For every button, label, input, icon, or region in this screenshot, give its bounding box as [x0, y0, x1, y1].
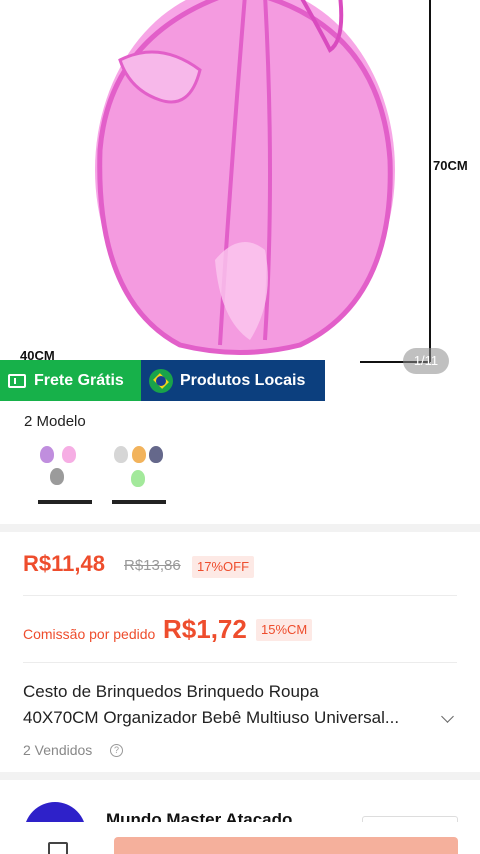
variant-color-swatch [132, 446, 146, 463]
commission-value: R$1,72 [163, 614, 247, 644]
variant-thumbnail-1[interactable] [38, 442, 98, 506]
primary-action-button[interactable] [114, 837, 458, 854]
variant-thumbnail-2[interactable] [112, 442, 172, 506]
variant-color-swatch [50, 468, 64, 485]
current-price: R$11,48 [23, 551, 105, 576]
commission-rate-badge: 15%CM [256, 619, 313, 641]
free-shipping-badge: Frete Grátis [0, 360, 141, 401]
discount-badge: 17%OFF [192, 556, 255, 578]
sold-count: 2 Vendidos [23, 742, 93, 758]
section-divider [0, 772, 480, 780]
section-divider [0, 524, 480, 532]
product-title-line-1: Cesto de Brinquedos Brinquedo Roupa [23, 682, 319, 701]
product-image[interactable]: 70CM 40CM 1/11 [0, 0, 480, 400]
laundry-basket-illustration [95, 0, 431, 363]
badges-row: Frete Grátis Produtos Locais [0, 360, 325, 401]
chevron-down-icon[interactable] [441, 710, 454, 723]
cart-icon[interactable] [48, 842, 68, 854]
model-section-title: 2 Modelo [24, 413, 86, 430]
commission-label: Comissão por pedido [23, 626, 156, 642]
variant-color-swatch [149, 446, 163, 463]
variant-caption-bar [38, 500, 92, 504]
variant-color-swatch [62, 446, 76, 463]
product-title-line-2[interactable]: 40X70CM Organizador Bebê Multiuso Univer… [23, 708, 399, 728]
free-shipping-label: Frete Grátis [34, 371, 124, 389]
height-dimension-label: 70CM [433, 158, 468, 173]
original-price: R$13,86 [124, 557, 181, 574]
local-products-badge: Produtos Locais [141, 360, 325, 401]
divider [23, 595, 457, 596]
variant-color-swatch [40, 446, 54, 463]
variant-caption-bar [112, 500, 166, 504]
brazil-flag-icon [149, 368, 173, 393]
local-products-label: Produtos Locais [180, 371, 306, 389]
info-icon[interactable]: ? [110, 744, 123, 757]
divider [23, 662, 457, 663]
ticket-icon [8, 373, 26, 388]
variant-color-swatch [131, 470, 145, 487]
image-counter: 1/11 [403, 348, 449, 374]
variant-color-swatch [114, 446, 128, 463]
